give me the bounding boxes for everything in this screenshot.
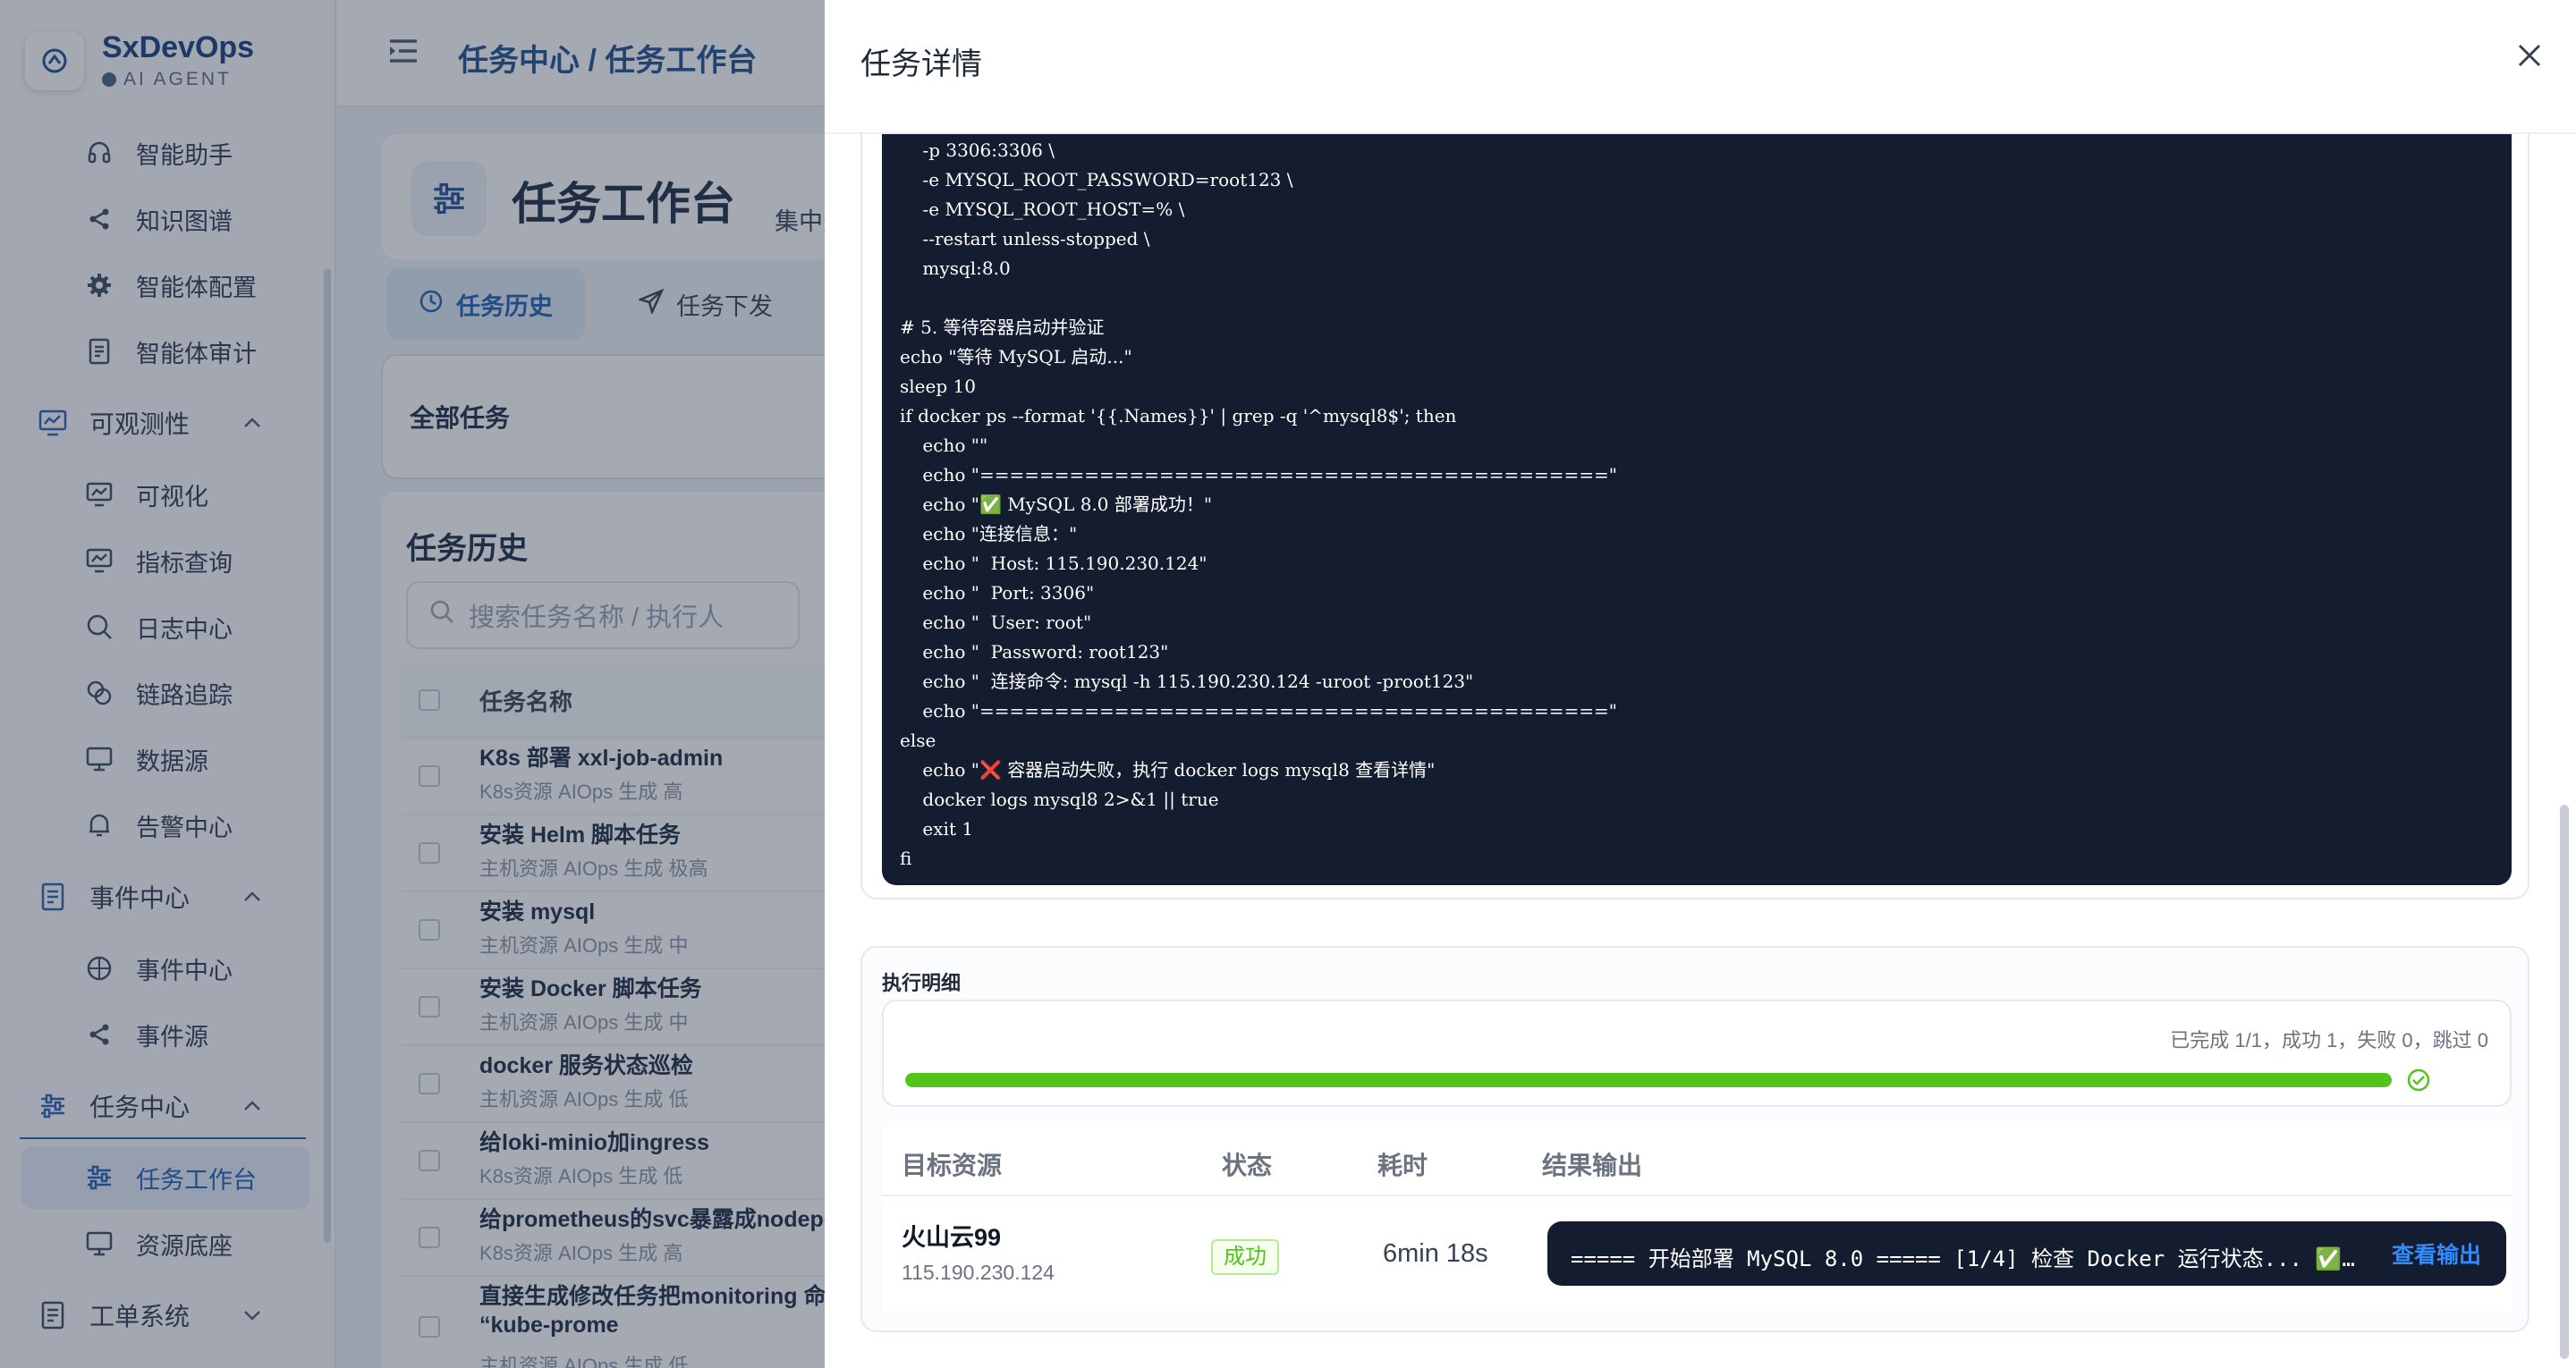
target-ip: 115.190.230.124 xyxy=(902,1261,1055,1284)
result-table-header: 目标资源 状态 耗时 结果输出 xyxy=(882,1127,2512,1196)
duration-value: 6min 18s xyxy=(1383,1239,1488,1268)
code-line: echo "==================================… xyxy=(900,700,1617,722)
code-line: if docker ps --format '{{.Names}}' | gre… xyxy=(900,405,1457,426)
status-badge: 成功 xyxy=(1211,1239,1279,1275)
progress-bar xyxy=(905,1073,2392,1087)
progress-summary: 已完成 1/1，成功 1，失败 0，跳过 0 xyxy=(2170,1029,2488,1051)
code-line: echo " Password: root123" xyxy=(900,641,1169,663)
drawer-header: 任务详情 xyxy=(825,0,2576,134)
code-line: echo " User: root" xyxy=(900,612,1092,633)
code-line: echo " 连接命令: mysql -h 115.190.230.124 -u… xyxy=(900,671,1474,692)
code-line: -e MYSQL_ROOT_HOST=% \ xyxy=(900,198,1185,220)
code-line: else xyxy=(900,730,936,751)
code-line: echo " Host: 115.190.230.124" xyxy=(900,553,1208,574)
code-line: echo "❌ 容器启动失败，执行 docker logs mysql8 查看详… xyxy=(900,759,1436,781)
code-line: docker logs mysql8 2>&1 || true xyxy=(900,789,1219,810)
column-duration: 耗时 xyxy=(1377,1152,1428,1179)
code-line: fi xyxy=(900,848,912,869)
code-line: echo "✅ MySQL 8.0 部署成功！" xyxy=(900,494,1213,515)
script-card: -p 3306:3306 \ -e MYSQL_ROOT_PASSWORD=ro… xyxy=(860,134,2529,899)
column-target: 目标资源 xyxy=(902,1152,1003,1179)
code-line: -e MYSQL_ROOT_PASSWORD=root123 \ xyxy=(900,169,1293,190)
view-output-link[interactable]: 查看输出 xyxy=(2392,1237,2481,1270)
code-line: -p 3306:3306 \ xyxy=(900,139,1055,161)
drawer-title: 任务详情 xyxy=(860,47,982,81)
close-icon xyxy=(2516,42,2543,73)
execution-detail-card: 执行明细 已完成 1/1，成功 1，失败 0，跳过 0 目标资源 状态 耗时 结… xyxy=(860,946,2529,1332)
column-status: 状态 xyxy=(1222,1152,1273,1179)
code-line: echo "等待 MySQL 启动..." xyxy=(900,346,1132,367)
code-line: echo "==================================… xyxy=(900,464,1617,486)
progress-panel: 已完成 1/1，成功 1，失败 0，跳过 0 xyxy=(882,1000,2512,1107)
script-code-block: -p 3306:3306 \ -e MYSQL_ROOT_PASSWORD=ro… xyxy=(882,134,2512,885)
result-table: 目标资源 状态 耗时 结果输出 火山云99 115.190.230.124 成功… xyxy=(882,1127,2512,1313)
target-name: 火山云99 xyxy=(902,1224,1002,1251)
task-detail-drawer: -p 3306:3306 \ -e MYSQL_ROOT_PASSWORD=ro… xyxy=(825,0,2576,1368)
code-line: sleep 10 xyxy=(900,376,976,397)
close-button[interactable] xyxy=(2510,38,2549,77)
code-line: echo " Port: 3306" xyxy=(900,582,1095,604)
code-line: echo "连接信息：" xyxy=(900,523,1078,545)
column-output: 结果输出 xyxy=(1542,1152,1643,1179)
code-line: mysql:8.0 xyxy=(900,258,1011,279)
execution-title: 执行明细 xyxy=(882,972,962,994)
output-preview: ===== 开始部署 MySQL 8.0 ===== [1/4] 检查 Dock… xyxy=(1547,1221,2506,1286)
app-root: SxDevOps AI AGENT 智能助手 知识图谱 智能体配置 智能体审计 … xyxy=(0,0,2576,1368)
code-line: exit 1 xyxy=(900,818,974,840)
code-line: --restart unless-stopped \ xyxy=(900,228,1150,249)
drawer-scrollbar[interactable] xyxy=(2560,805,2569,1359)
check-circle-icon xyxy=(2406,1068,2431,1097)
output-text: ===== 开始部署 MySQL 8.0 ===== [1/4] 检查 Dock… xyxy=(1571,1246,2358,1271)
code-line: echo "" xyxy=(900,435,988,456)
progress-fill xyxy=(905,1073,2392,1087)
result-row: 火山云99 115.190.230.124 成功 6min 18s ===== … xyxy=(882,1196,2512,1313)
code-line: # 5. 等待容器启动并验证 xyxy=(900,317,1105,338)
